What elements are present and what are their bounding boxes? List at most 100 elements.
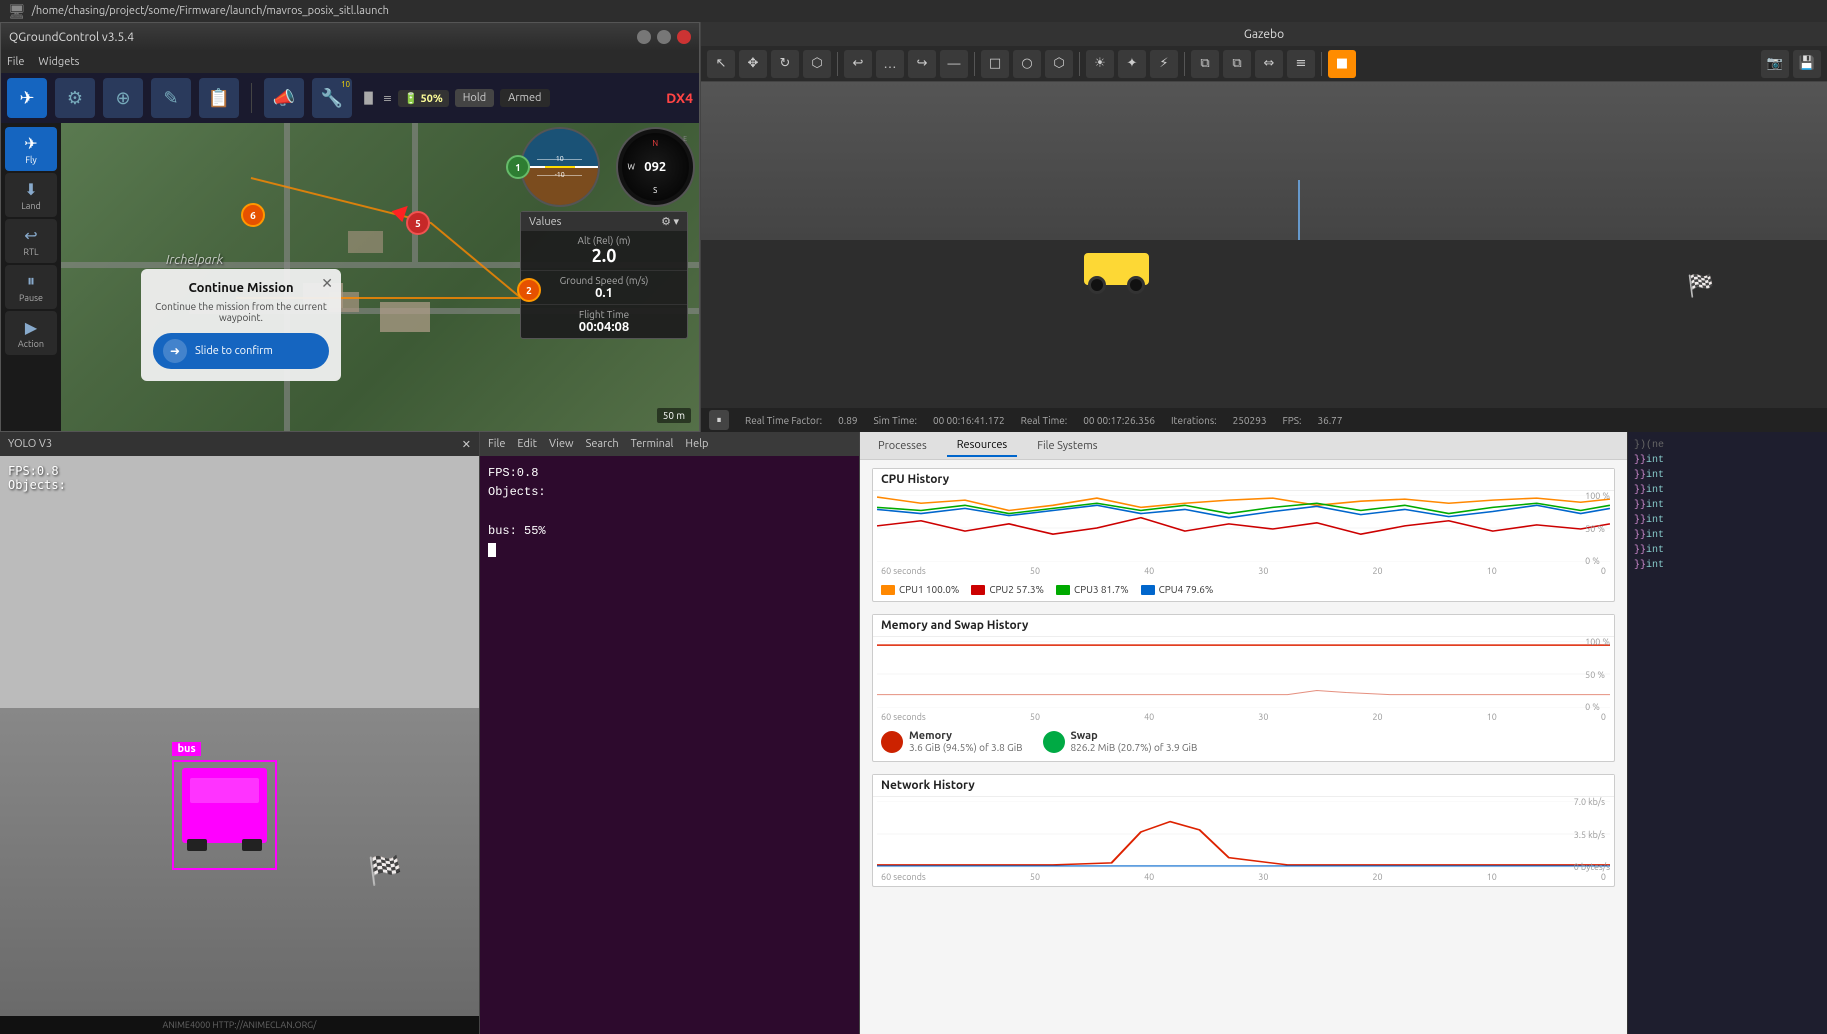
- gz-tool-more[interactable]: …: [876, 50, 904, 78]
- mem-y-50: 50 %: [1585, 670, 1610, 680]
- qgc-map[interactable]: 1 Takeoff 6 5 2 ▲ Irchelpark: [61, 123, 699, 431]
- values-settings-icon[interactable]: ⚙ ▾: [661, 215, 679, 228]
- gz-iterations-label: Iterations:: [1171, 415, 1217, 426]
- sysmon-tab-filesystems[interactable]: File Systems: [1027, 436, 1107, 456]
- menu-search[interactable]: Search: [586, 438, 619, 450]
- gz-checkered-flag: 🏁: [1687, 273, 1714, 299]
- yolo-checkered-flag: 🏁: [368, 854, 403, 887]
- yolo-viewport: 🏁 bus FPS:0.8 Objects:: [0, 456, 479, 1016]
- gz-tool-sphere[interactable]: ○: [1013, 50, 1041, 78]
- ground-speed-row: Ground Speed (m/s) 0.1: [521, 271, 687, 305]
- mem-y-100: 100 %: [1585, 637, 1610, 647]
- maximize-button[interactable]: [657, 30, 671, 44]
- toolbar-plan-btn[interactable]: ✎: [151, 78, 191, 118]
- gz-fps-value: 36.77: [1317, 415, 1342, 426]
- window-controls[interactable]: [637, 30, 691, 44]
- building-3: [380, 302, 430, 332]
- toolbar-settings-btn[interactable]: ⚙: [55, 78, 95, 118]
- code-line-9: }}int: [1634, 558, 1821, 573]
- menu-help[interactable]: Help: [685, 438, 708, 450]
- terminal-content[interactable]: FPS:0.8 Objects: bus: 55%: [480, 456, 859, 1034]
- gz-tool-copy[interactable]: ⧉: [1191, 50, 1219, 78]
- gazebo-pause-button[interactable]: ⏸: [709, 410, 729, 430]
- gz-tool-paste[interactable]: ⧉: [1223, 50, 1251, 78]
- sidebar-rtl[interactable]: ↩ RTL: [5, 219, 57, 263]
- sidebar-fly[interactable]: ✈ Fly: [5, 127, 57, 171]
- sidebar-action[interactable]: ▶ Action: [5, 311, 57, 355]
- waypoint-6[interactable]: 6: [241, 203, 265, 227]
- net-x-10: 10: [1487, 872, 1497, 882]
- memory-x-labels: 60 seconds 50 40 30 20 10 0: [873, 712, 1614, 726]
- net-y-0: 0 bytes/s: [1574, 862, 1610, 872]
- net-y-35: 3.5 kb/s: [1574, 830, 1610, 840]
- hold-button[interactable]: Hold: [455, 89, 494, 107]
- file-path: /home/chasing/project/some/Firmware/laun…: [32, 5, 389, 17]
- gz-tool-dash[interactable]: —: [940, 50, 968, 78]
- dx4-logo: DX4: [666, 90, 693, 106]
- cpu-x-0: 0: [1601, 566, 1606, 576]
- qgc-titlebar: QGroundControl v3.5.4: [1, 23, 699, 51]
- cpu3-color: [1056, 585, 1070, 595]
- gz-right-tools: 📷 💾: [1761, 50, 1821, 78]
- gz-tool-cylinder[interactable]: ⬡: [1045, 50, 1073, 78]
- alt-rel-label: Alt (Rel) (m): [529, 235, 679, 246]
- toolbar-log-btn[interactable]: 📋: [199, 78, 239, 118]
- gz-tool-undo[interactable]: ↩: [844, 50, 872, 78]
- memory-text: Memory 3.6 GiB (94.5%) of 3.8 GiB: [909, 730, 1023, 753]
- gz-camera-btn[interactable]: 📷: [1761, 50, 1789, 78]
- fly-label: Fly: [25, 155, 36, 165]
- signal-icon: ▐▌: [360, 92, 377, 105]
- rtl-icon: ↩: [24, 226, 37, 245]
- gz-tool-rotate[interactable]: ↻: [771, 50, 799, 78]
- menu-file[interactable]: File: [7, 56, 24, 68]
- gz-tool-box[interactable]: □: [981, 50, 1009, 78]
- gz-tool-active[interactable]: ■: [1328, 50, 1356, 78]
- gz-tool-sun[interactable]: ☀: [1086, 50, 1114, 78]
- toolbar-megaphone-btn[interactable]: 📣: [264, 78, 304, 118]
- sidebar-land[interactable]: ⬇ Land: [5, 173, 57, 217]
- waypoint-2[interactable]: 2: [517, 278, 541, 302]
- gz-save-btn[interactable]: 💾: [1793, 50, 1821, 78]
- map-scale: 50 m: [657, 408, 691, 423]
- menu-terminal[interactable]: Terminal: [631, 438, 674, 450]
- mem-x-0: 0: [1601, 712, 1606, 722]
- mem-x-60: 60 seconds: [881, 712, 926, 722]
- slide-to-confirm-button[interactable]: ➜ Slide to confirm: [153, 333, 329, 369]
- waypoint-5[interactable]: 5: [406, 211, 430, 235]
- gz-tool-select[interactable]: ↖: [707, 50, 735, 78]
- gz-robot-body: [1084, 253, 1149, 285]
- memory-icon: [881, 731, 903, 753]
- gz-tool-align[interactable]: ≡: [1287, 50, 1315, 78]
- gz-tool-move[interactable]: ✥: [739, 50, 767, 78]
- gz-tool-redo[interactable]: ↪: [908, 50, 936, 78]
- continue-mission-close[interactable]: ✕: [321, 275, 333, 292]
- flight-time-value: 00:04:08: [529, 320, 679, 334]
- cpu1-color: [881, 585, 895, 595]
- yolo-close-icon[interactable]: ✕: [462, 438, 471, 451]
- sysmon-tab-processes[interactable]: Processes: [868, 436, 937, 456]
- menu-file[interactable]: File: [488, 438, 505, 450]
- menu-view[interactable]: View: [549, 438, 574, 450]
- minimize-button[interactable]: [637, 30, 651, 44]
- ground-speed-label: Ground Speed (m/s): [529, 275, 679, 286]
- link-icon: ≡: [383, 92, 392, 105]
- gz-tool-scale[interactable]: ⬡: [803, 50, 831, 78]
- sidebar-pause[interactable]: ⏸ Pause: [5, 265, 57, 309]
- gz-tool-spot[interactable]: ⚡: [1150, 50, 1178, 78]
- toolbar-fly-btn[interactable]: ✈: [7, 78, 47, 118]
- menu-widgets[interactable]: Widgets: [38, 56, 79, 68]
- toolbar-waypoint-btn[interactable]: ⊕: [103, 78, 143, 118]
- gz-iterations-value: 250293: [1233, 415, 1267, 426]
- sysmon-tab-resources[interactable]: Resources: [947, 435, 1017, 457]
- network-x-labels: 60 seconds 50 40 30 20 10 0: [873, 872, 1614, 886]
- waypoint-1[interactable]: 1: [506, 155, 530, 179]
- cpu1-legend: CPU1 100.0%: [881, 584, 959, 595]
- gz-tool-link[interactable]: ⇔: [1255, 50, 1283, 78]
- toolbar-wrench-btn[interactable]: 🔧 10: [312, 78, 352, 118]
- menu-edit[interactable]: Edit: [517, 438, 537, 450]
- attitude-indicator: 10 -10: [520, 127, 600, 207]
- close-button[interactable]: [677, 30, 691, 44]
- gz-tool-point-light[interactable]: ✦: [1118, 50, 1146, 78]
- memory-y-labels: 100 % 50 % 0 %: [1585, 637, 1610, 712]
- cpu-y-50: 50 %: [1585, 524, 1610, 534]
